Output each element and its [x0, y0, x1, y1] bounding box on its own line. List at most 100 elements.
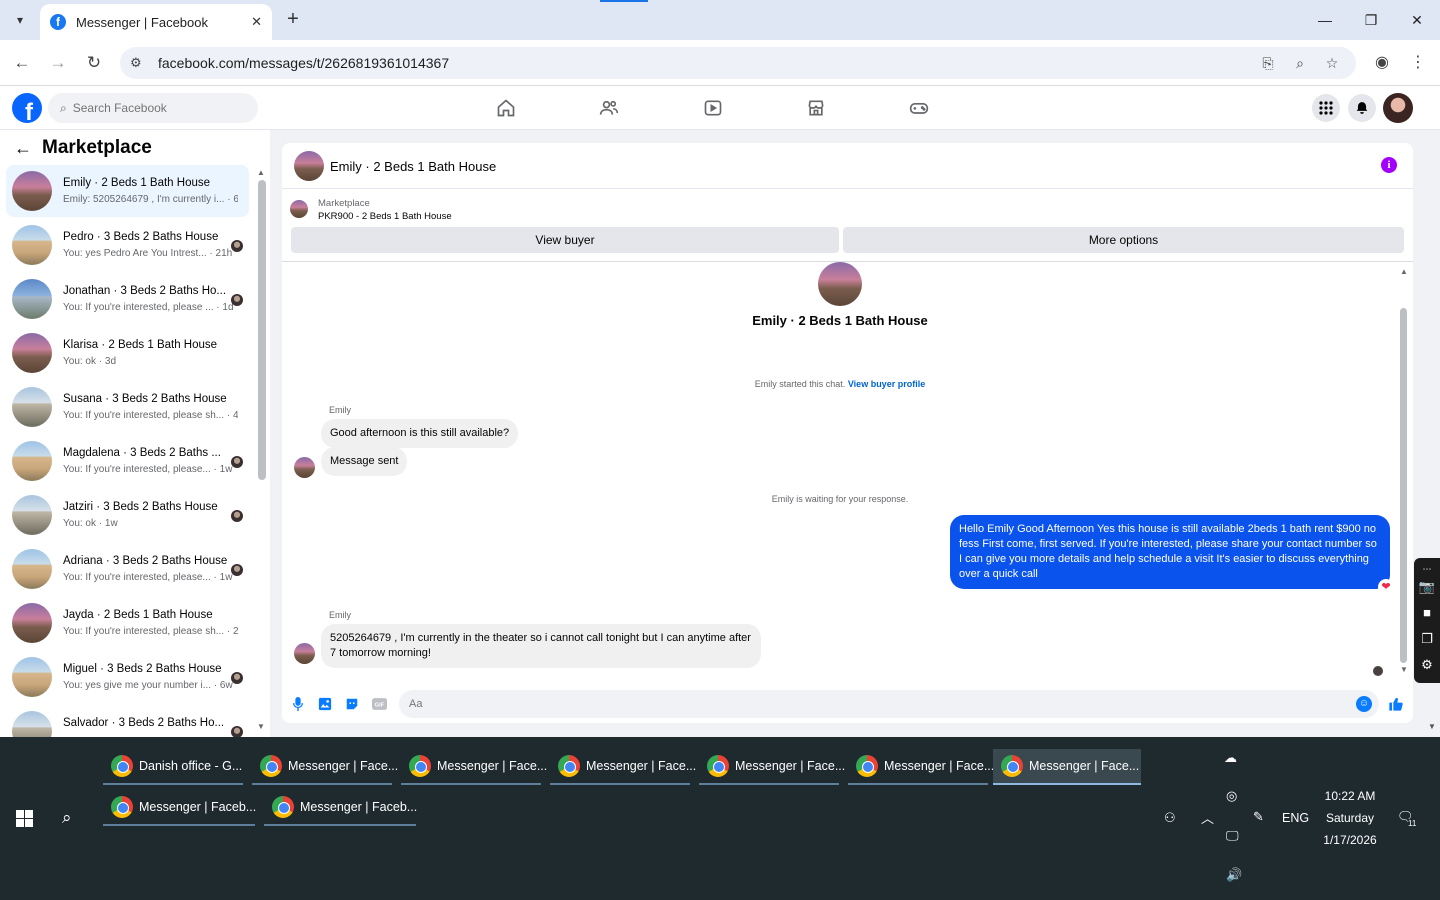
install-app-icon[interactable]: ⎘ [1258, 53, 1278, 73]
conversation-item[interactable]: Jayda · 2 Beds 1 Bath House You: If you'r… [6, 597, 249, 649]
taskbar-window-button[interactable]: Messenger | Face... [699, 749, 845, 785]
menu-grid-icon[interactable] [1312, 94, 1340, 122]
toolbar-more-icon[interactable]: ⋯ [1418, 560, 1436, 578]
conversation-item[interactable]: Susana · 3 Beds 2 Baths House You: If you… [6, 381, 249, 433]
conversation-item[interactable]: Pedro · 3 Beds 2 Baths House You: yes Ped… [6, 219, 249, 271]
address-bar[interactable]: ⚙ facebook.com/messages/t/26268193610143… [120, 47, 1356, 79]
clock-day[interactable]: Saturday [1318, 811, 1382, 825]
taskbar-window-button[interactable]: Messenger | Face... [550, 749, 696, 785]
notifications-bell-icon[interactable] [1348, 94, 1376, 122]
settings-gear-icon[interactable]: ⚙ [1418, 656, 1436, 674]
chat-scroll-up-arrow-icon[interactable]: ▲ [1400, 267, 1408, 276]
site-info-icon[interactable]: ⚙ [130, 55, 150, 71]
chrome-menu-icon[interactable]: ⋮ [1406, 51, 1430, 75]
taskbar-window-button[interactable]: Messenger | Faceb... [103, 790, 256, 826]
more-options-button[interactable]: More options [843, 227, 1404, 253]
show-hidden-icons-chevron-icon[interactable]: ︿ [1201, 808, 1214, 827]
camera-icon[interactable]: 📷 [1418, 578, 1436, 596]
clock-time[interactable]: 10:22 AM [1318, 789, 1382, 803]
restore-button[interactable]: ❐ [1361, 10, 1381, 30]
heart-reaction-icon[interactable]: ❤ [1378, 579, 1394, 595]
video-icon[interactable] [701, 96, 725, 120]
back-button[interactable]: ← [10, 51, 34, 75]
incoming-message[interactable]: 5205264679 , I'm currently in the theate… [321, 624, 761, 668]
volume-icon[interactable]: 🔊 [1226, 867, 1242, 883]
page-scroll-down-arrow-icon[interactable]: ▼ [1428, 722, 1436, 731]
minimize-button[interactable]: — [1315, 10, 1335, 30]
chat-scrollbar[interactable] [1400, 308, 1407, 663]
taskbar-window-button[interactable]: Danish office - G... [103, 749, 243, 785]
conversation-item[interactable]: Emily · 2 Beds 1 Bath House Emily: 520526… [6, 165, 249, 217]
pen-icon[interactable]: ✎ [1253, 809, 1264, 825]
url-text[interactable]: facebook.com/messages/t/2626819361014367 [158, 55, 449, 71]
taskbar-window-button[interactable]: Messenger | Face... [993, 749, 1141, 785]
sticker-icon[interactable] [343, 695, 361, 713]
incoming-message[interactable]: Message sent [321, 447, 408, 476]
account-avatar[interactable] [1383, 93, 1413, 123]
chat-header-avatar[interactable] [294, 151, 324, 181]
taskbar-search-icon[interactable]: ⌕ [62, 808, 72, 828]
chat-scroll-down-arrow-icon[interactable]: ▼ [1400, 665, 1408, 674]
taskbar-window-button[interactable]: Messenger | Faceb... [264, 790, 417, 826]
emoji-icon[interactable]: ☺ [1356, 696, 1372, 712]
bookmark-star-icon[interactable]: ☆ [1322, 53, 1342, 73]
microphone-icon[interactable] [289, 695, 307, 713]
forward-button[interactable]: → [46, 51, 70, 75]
home-icon[interactable] [494, 96, 518, 120]
listing-title[interactable]: PKR900 - 2 Beds 1 Bath House [318, 211, 452, 222]
friends-icon[interactable] [597, 96, 621, 120]
gaming-icon[interactable] [907, 96, 931, 120]
facebook-search-box[interactable]: ⌕ [48, 93, 258, 123]
gif-icon[interactable]: GIF [370, 695, 388, 713]
photo-icon[interactable] [316, 695, 334, 713]
close-window-button[interactable]: ✕ [1407, 10, 1427, 30]
message-input[interactable] [409, 698, 1309, 710]
view-buyer-button[interactable]: View buyer [291, 227, 839, 253]
people-icon[interactable]: ⚇ [1164, 810, 1176, 826]
incoming-message[interactable]: Good afternoon is this still available? [321, 419, 519, 448]
new-tab-button[interactable]: + [282, 8, 304, 30]
sender-avatar[interactable] [294, 643, 315, 664]
chat-header-name[interactable]: Emily · 2 Beds 1 Bath House [330, 159, 496, 174]
listing-thumbnail [290, 200, 308, 218]
clock-date[interactable]: 1/17/2026 [1318, 833, 1382, 847]
webcam-icon[interactable]: ◎ [1226, 788, 1237, 804]
conversation-item[interactable]: Salvador · 3 Beds 2 Baths Ho... [6, 705, 249, 737]
message-input-box[interactable]: ☺ [399, 690, 1379, 718]
marketplace-icon[interactable] [804, 96, 828, 120]
taskbar-window-button[interactable]: Messenger | Face... [848, 749, 994, 785]
windows-start-icon[interactable] [16, 810, 33, 827]
window-capture-icon[interactable]: ❐ [1418, 630, 1436, 648]
language-indicator[interactable]: ENG [1282, 811, 1309, 825]
facebook-logo-icon[interactable]: f [12, 93, 42, 123]
onedrive-cloud-icon[interactable]: ☁ [1224, 750, 1237, 766]
back-arrow-icon[interactable]: ← [14, 138, 36, 159]
outgoing-message[interactable]: Hello Emily Good Afternoon Yes this hous… [950, 515, 1390, 589]
scroll-up-arrow-icon[interactable]: ▲ [257, 168, 265, 177]
taskbar-window-button[interactable]: Messenger | Face... [252, 749, 398, 785]
conversation-item[interactable]: Magdalena · 3 Beds 2 Baths ... You: If yo… [6, 435, 249, 487]
thumbs-up-icon[interactable] [1387, 695, 1405, 713]
browser-tab-messenger[interactable]: f Messenger | Facebook ✕ [40, 4, 272, 40]
facebook-top-nav: f ⌕ [0, 86, 1440, 130]
scroll-down-arrow-icon[interactable]: ▼ [257, 722, 265, 731]
conversation-item[interactable]: Adriana · 3 Beds 2 Baths House You: If yo… [6, 543, 249, 595]
profile-icon[interactable]: ◉ [1370, 51, 1394, 75]
sidebar-scrollbar[interactable] [258, 180, 266, 480]
video-record-icon[interactable]: ■ [1418, 604, 1436, 622]
tab-search-button[interactable]: ▾ [6, 7, 34, 33]
taskbar-window-button[interactable]: Messenger | Face... [401, 749, 547, 785]
conversation-item[interactable]: Miguel · 3 Beds 2 Baths House You: yes gi… [6, 651, 249, 703]
reload-button[interactable]: ↻ [82, 51, 106, 75]
conversation-item[interactable]: Klarisa · 2 Beds 1 Bath House You: ok · 3… [6, 327, 249, 379]
zoom-icon[interactable]: ⌕ [1290, 53, 1310, 73]
facebook-search-input[interactable] [72, 101, 243, 115]
conversation-item[interactable]: Jatziri · 3 Beds 2 Baths House You: ok · … [6, 489, 249, 541]
network-icon[interactable]: 🖵 [1226, 828, 1239, 844]
conversation-item[interactable]: Jonathan · 3 Beds 2 Baths Ho... You: If y… [6, 273, 249, 325]
sender-avatar[interactable] [294, 457, 315, 478]
seen-avatar-icon [231, 726, 243, 737]
view-buyer-profile-link[interactable]: View buyer profile [848, 379, 925, 389]
conversation-info-icon[interactable]: i [1381, 157, 1397, 173]
tab-close-icon[interactable]: ✕ [251, 14, 262, 30]
